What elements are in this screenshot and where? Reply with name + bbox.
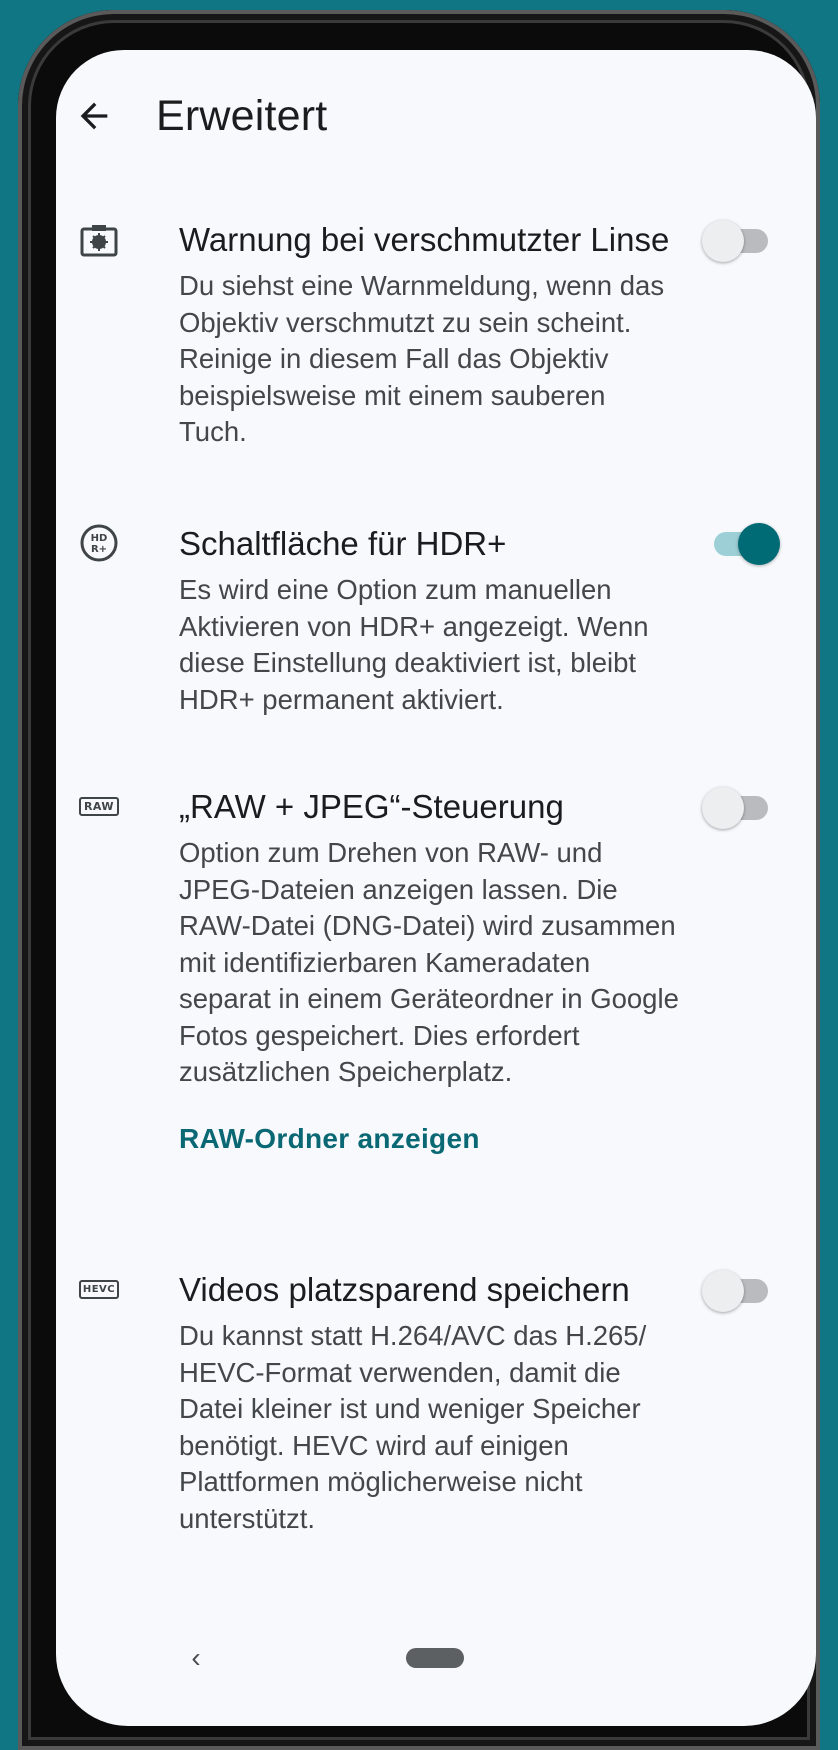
hevc-toggle[interactable] [702,1268,774,1314]
page-title: Erweitert [156,92,328,140]
arrow-back-icon [74,96,114,141]
show-raw-folder-link[interactable]: RAW-Ordner anzeigen [179,1123,480,1155]
setting-title: „RAW + JPEG“-Steuerung [179,788,564,825]
svg-text:R+: R+ [91,544,107,555]
toggle-thumb [702,787,744,829]
raw-jpeg-toggle[interactable] [702,785,774,831]
setting-dirty-lens-warning: Warnung bei verschmutzter Linse Du siehs… [56,218,816,458]
setting-raw-jpeg-control: RAW „RAW + JPEG“-Steuerung Option zum Dr… [56,785,816,1185]
raw-badge: RAW [78,796,120,816]
toggle-thumb [738,523,780,565]
system-nav-bar: ‹ [56,1616,816,1726]
app-bar: Erweitert [56,50,816,200]
setting-title: Warnung bei verschmutzter Linse [179,221,670,258]
setting-description: Du siehst eine Warnmeldung, wenn das Obj… [179,270,665,447]
setting-title: Videos platzsparend speichern [179,1271,630,1308]
setting-description: Option zum Drehen von RAW- und JPEG-Date… [179,837,679,1087]
home-pill-icon[interactable] [406,1648,464,1668]
raw-icon: RAW [78,785,120,827]
hdr-plus-toggle[interactable] [708,521,780,567]
setting-hdr-plus-button: HD R+ Schaltfläche für HDR+ Es wird eine… [56,522,816,722]
setting-description: Es wird eine Option zum manuellen Aktivi… [179,574,649,715]
dirty-lens-icon [78,220,120,262]
setting-description: Du kannst statt H.264/AVC das H.265/ HEV… [179,1320,647,1534]
hevc-badge: HEVC [78,1279,120,1299]
toggle-thumb [702,1270,744,1312]
hdr-plus-icon: HD R+ [78,522,120,564]
hevc-icon: HEVC [78,1268,120,1310]
toggle-thumb [702,220,744,262]
svg-text:HD: HD [91,533,108,544]
setting-hevc-video: HEVC Videos platzsparend speichern Du ka… [56,1268,816,1534]
screen: Erweitert Warnung bei verschmutzter Lins… [56,50,816,1726]
setting-title: Schaltfläche für HDR+ [179,525,507,562]
nav-back-button[interactable]: ‹ [176,1638,216,1678]
back-button[interactable] [64,88,124,148]
dirty-lens-toggle[interactable] [702,218,774,264]
